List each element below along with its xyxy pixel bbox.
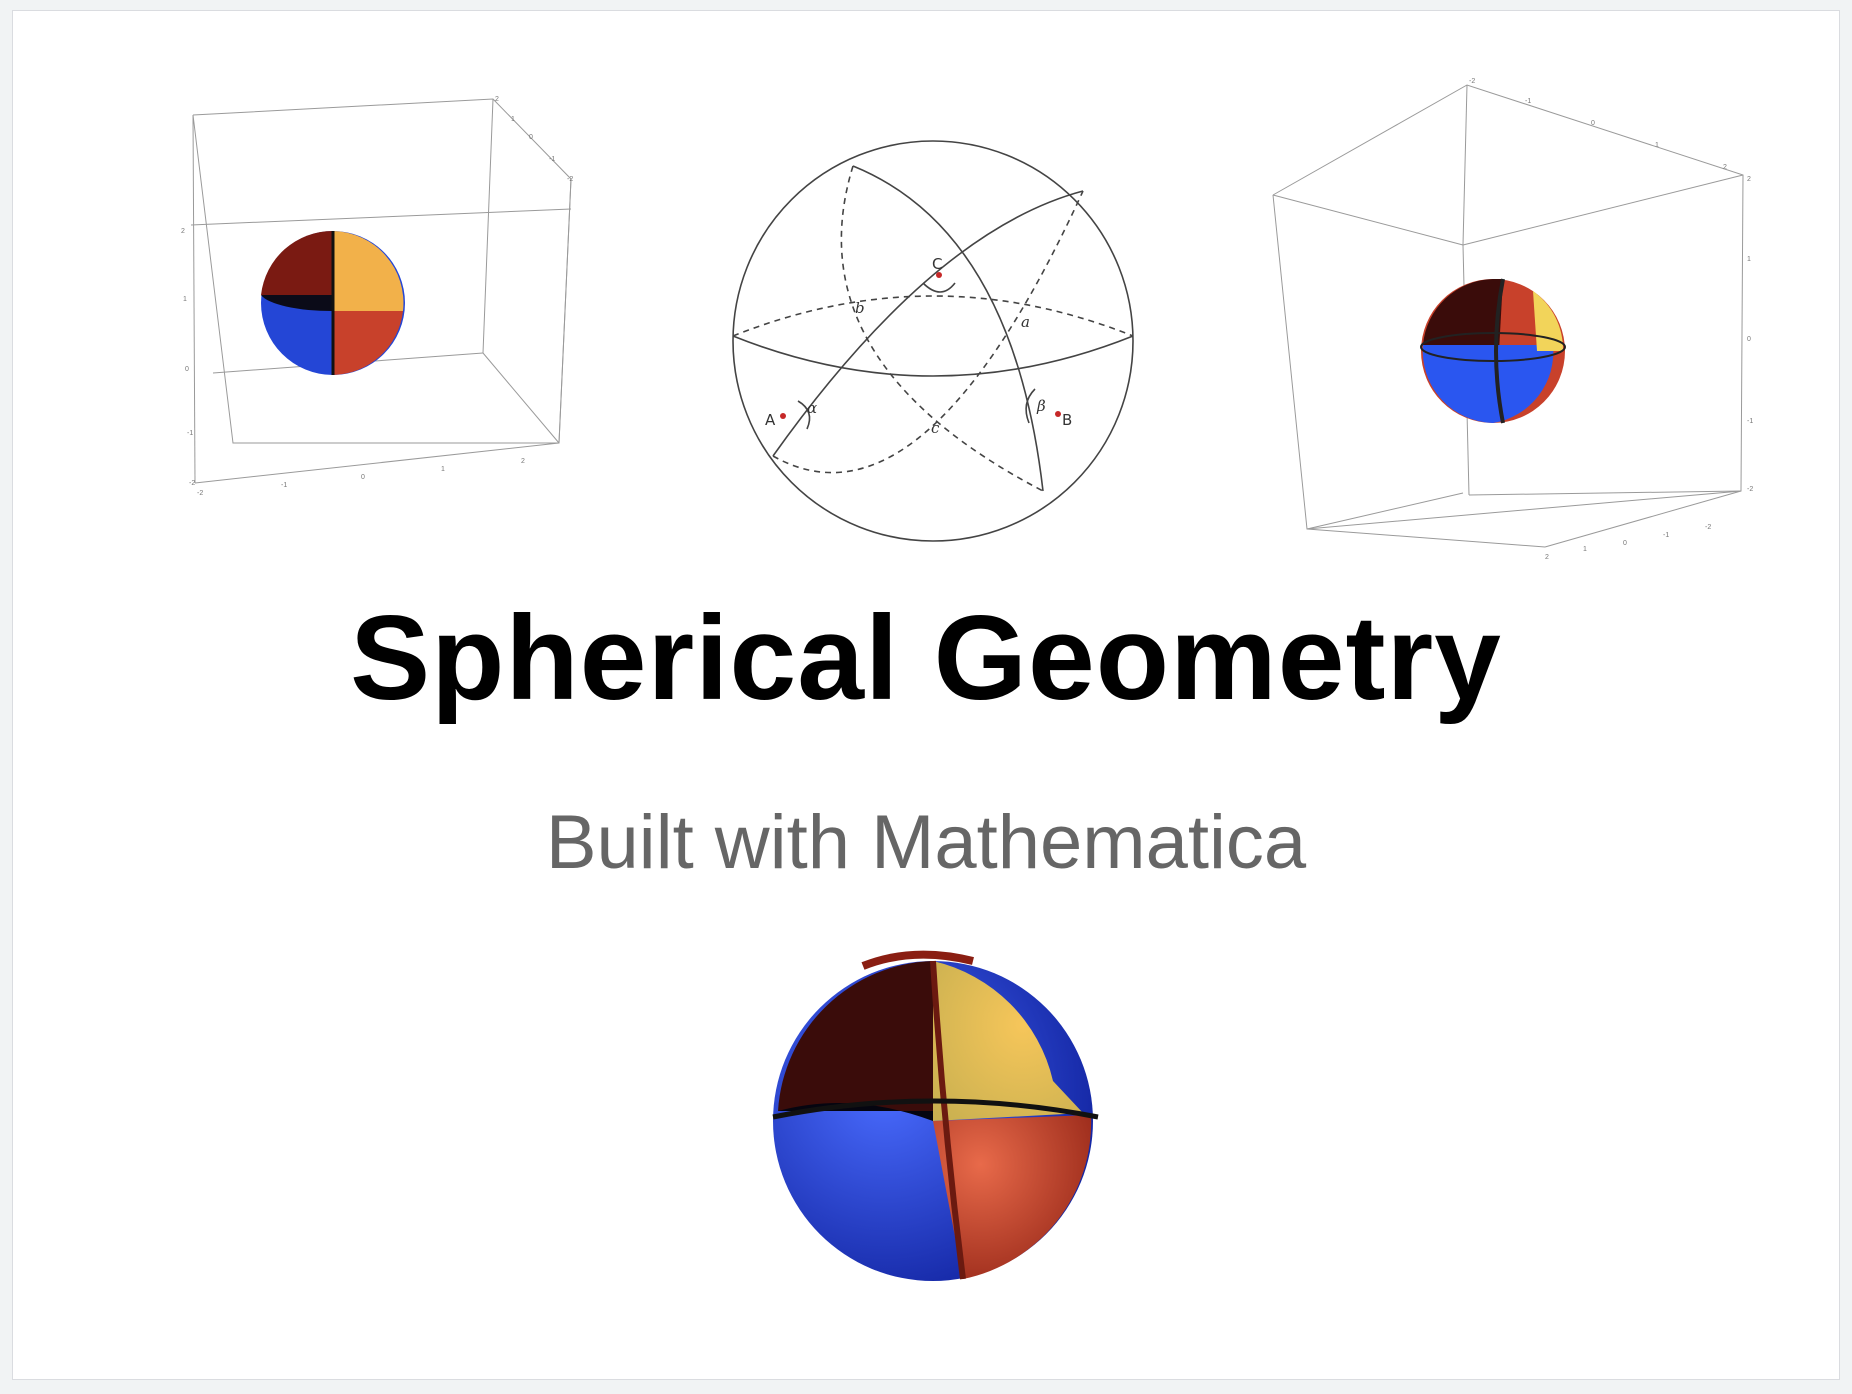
red-patch-upper [261,230,333,295]
gamma-arc [922,282,956,293]
equator-back [732,295,1134,337]
axis-tick-label: 0 [361,474,365,481]
axis-tick-label: -2 [189,480,195,487]
axis-tick-label: -2 [1469,78,1475,85]
left-sphere [261,230,405,375]
slide-title: Spherical Geometry [350,591,1502,725]
axis-tick-label: -1 [187,430,193,437]
axis-tick-label: 1 [183,296,187,303]
axis-tick-label: 2 [1747,176,1751,183]
bottom-sphere-svg [772,950,1099,1281]
axis-tick-label: 2 [495,96,499,103]
point-B [1055,411,1061,417]
label-A: A [765,411,776,429]
axis-tick-label: -1 [1663,532,1669,539]
right-sphere [1420,278,1566,424]
axis-tick-label: 2 [1723,164,1727,171]
left-plot-svg: 210-1-2210-1-2-2-1012 [181,96,573,497]
axis-tick-label: -2 [567,176,573,183]
label-c: c [931,419,940,437]
equator-front [732,335,1134,377]
spherical-triangle-diagram: A B C a b c α β [703,111,1163,571]
yellow-patch [333,231,404,311]
label-beta: β [1036,397,1046,415]
axis-tick-label: -2 [1747,486,1753,493]
label-B: B [1062,411,1072,429]
axis-tick-label: 0 [1623,540,1627,547]
axis-tick-label: 2 [181,228,185,235]
axis-tick-label: 0 [185,366,189,373]
label-b: b [855,299,865,317]
axis-tick-label: 1 [511,116,515,123]
diagram-svg: A B C a b c α β [732,140,1134,542]
slide-canvas: 2 1 0 -1 -2 2 1 0 -1 -2 -2 -1 0 1 2 A B … [12,10,1840,1380]
axis-tick-label: 1 [1747,256,1751,263]
axis-tick-label: 2 [1545,554,1549,561]
axis-tick-label: 1 [441,466,445,473]
axis-tick-label: -2 [197,490,203,497]
outer-sphere-outline [732,140,1134,542]
axis-tick-label: 0 [1591,120,1595,127]
slide-subtitle: Built with Mathematica [545,800,1307,885]
axis-tick-label: -1 [549,156,555,163]
great-circle-b-front [772,190,1084,457]
great-circle-a-front [852,165,1044,492]
label-a: a [1021,313,1030,331]
point-A [780,413,786,419]
axis-tick-label: 2 [521,458,525,465]
label-alpha: α [807,399,817,417]
axis-tick-label: 1 [1583,546,1587,553]
label-C: C [932,255,942,273]
axis-tick-label: -2 [1705,524,1711,531]
axis-tick-label: 0 [529,134,533,141]
left-3d-plot: 2 1 0 -1 -2 2 1 0 -1 -2 -2 -1 0 1 2 [173,83,593,563]
great-circle-a-back [840,165,1044,492]
right-plot-svg: -2 -1 0 1 2 2 1 0 -1 -2 2 1 0 -1 -2 [1272,78,1753,561]
axis-tick-label: -1 [281,482,287,489]
axis-tick-label: 0 [1747,336,1751,343]
great-circle-b-back [772,190,1084,474]
right-3d-plot: -2 -1 0 1 2 2 1 0 -1 -2 2 1 0 -1 -2 [1253,71,1773,581]
bottom-sphere [758,941,1118,1301]
axis-tick-label: -1 [1525,98,1531,105]
axis-tick-label: 1 [1655,142,1659,149]
axis-tick-label: -1 [1747,418,1753,425]
right-dark-upper [1423,279,1503,351]
